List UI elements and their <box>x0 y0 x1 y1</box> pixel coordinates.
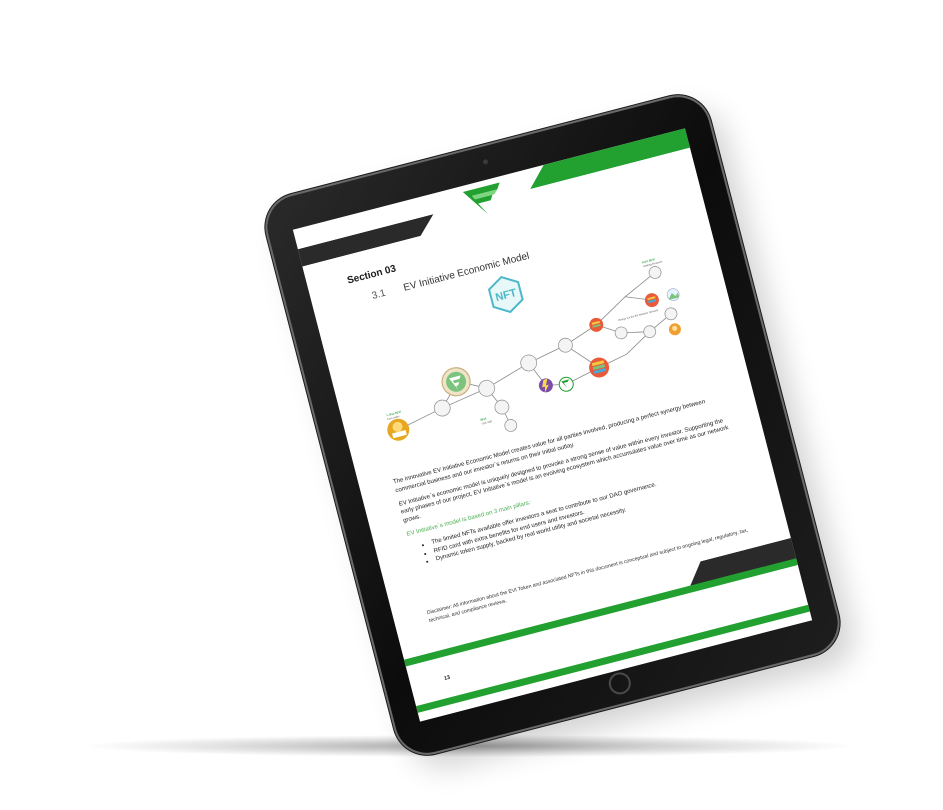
section-label: Section 03 <box>346 263 398 287</box>
footer-green-stripe-bottom <box>406 600 813 716</box>
header-dark-band <box>293 214 438 269</box>
heading-number: 3.1 <box>370 287 387 302</box>
landscape-icon <box>666 288 680 301</box>
camera-dot <box>481 158 489 166</box>
evi-coin-icon <box>441 367 471 397</box>
tablet-device: Section 03 3.1 EV Initiative Economic Mo… <box>260 90 845 760</box>
tablet-screen: Section 03 3.1 EV Initiative Economic Mo… <box>292 128 813 722</box>
purple-charger-icon <box>538 378 553 393</box>
rainbow-card-icon <box>589 357 610 378</box>
reward-card-icon <box>644 293 659 308</box>
user-avatar-icon <box>668 323 681 336</box>
green-logo-node-icon <box>558 376 574 392</box>
home-button[interactable] <box>605 670 633 697</box>
page-number: 13 <box>443 674 451 683</box>
ev-initiative-logo-icon <box>462 182 500 215</box>
header-green-band <box>525 128 700 189</box>
charge-network-label: Charge via the EV Initiative Network <box>617 308 659 322</box>
